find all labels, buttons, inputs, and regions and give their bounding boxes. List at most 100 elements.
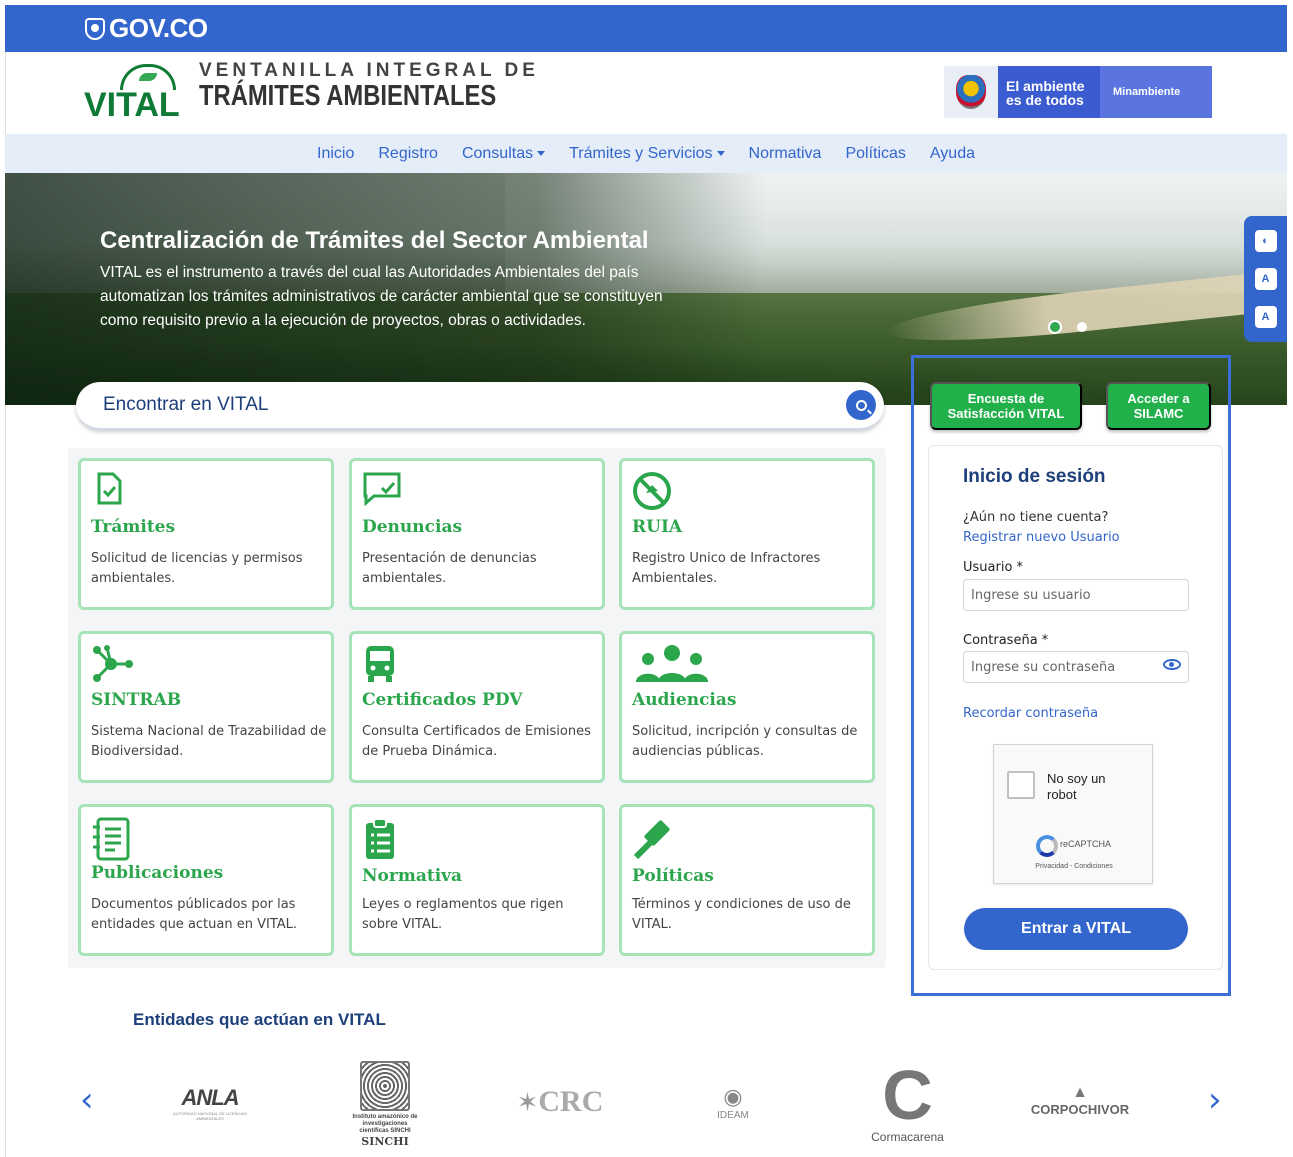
card-denuncias[interactable]: Denuncias Presentación de denuncias ambi… xyxy=(349,458,605,610)
gov-co-text: GOV.CO xyxy=(109,13,208,43)
gov-co-bar: GOV.CO xyxy=(5,5,1287,52)
entity-logo-ideam[interactable]: ◉ IDEAM xyxy=(683,1075,783,1130)
nav-consultas[interactable]: Consultas xyxy=(450,145,557,163)
gov-shield-icon xyxy=(85,17,105,40)
card-title: Certificados PDV xyxy=(362,690,523,710)
register-link[interactable]: Registrar nuevo Usuario xyxy=(963,530,1120,545)
site-search xyxy=(76,382,884,430)
nav-consultas-label: Consultas xyxy=(461,144,534,162)
card-desc: Presentación de denuncias ambientales. xyxy=(362,551,537,586)
entities-title: Entidades que actúan en VITAL xyxy=(133,1010,386,1029)
recaptcha-logo-icon xyxy=(1036,835,1058,857)
ideam-name: IDEAM xyxy=(717,1110,749,1121)
no-account-text: ¿Aún no tiene cuenta? xyxy=(963,510,1109,525)
carousel-dot-1[interactable] xyxy=(1048,320,1062,334)
notebook-icon xyxy=(93,817,130,861)
card-ruia[interactable]: RUIA Registro Unico de Infractores Ambie… xyxy=(619,458,875,610)
site-title-line2: TRÁMITES AMBIENTALES xyxy=(199,80,497,112)
entity-logo-sinchi[interactable]: Instituto amazónico de investigaciones c… xyxy=(345,1055,425,1153)
people-icon xyxy=(636,645,708,682)
caret-down-icon xyxy=(537,151,546,156)
username-input[interactable] xyxy=(963,579,1189,611)
forgot-password-link[interactable]: Recordar contraseña xyxy=(963,706,1098,721)
card-certificados-pdv[interactable]: Certificados PDV Consulta Certificados d… xyxy=(349,631,605,783)
silamc-button[interactable]: Acceder a SILAMC xyxy=(1106,382,1211,430)
bus-icon xyxy=(366,646,394,682)
nav-registro[interactable]: Registro xyxy=(366,145,450,163)
recaptcha-checkbox[interactable] xyxy=(1007,771,1035,799)
password-label: Contraseña * xyxy=(963,633,1049,648)
card-desc: Solicitud, incripción y consultas de aud… xyxy=(632,724,858,759)
anla-sub: AUTORIDAD NACIONAL DE LICENCIAS AMBIENTA… xyxy=(173,1110,247,1121)
card-sintrab[interactable]: SINTRAB Sistema Nacional de Trazabilidad… xyxy=(78,631,334,783)
entity-logo-corpochivor[interactable]: ▲ CORPOCHIVOR xyxy=(1025,1075,1135,1125)
card-desc: Registro Unico de Infractores Ambientale… xyxy=(632,551,821,586)
recaptcha-label: No soy un robot xyxy=(1047,771,1106,802)
vital-logo[interactable]: VITAL xyxy=(84,60,194,124)
site-header: VITAL VENTANILLA INTEGRAL DE TRÁMITES AM… xyxy=(5,52,1287,134)
font-decrease-icon[interactable]: A xyxy=(1254,268,1277,290)
card-title: Denuncias xyxy=(362,517,463,537)
entity-logo-crc[interactable]: ✶ CRC xyxy=(510,1072,610,1132)
contrast-icon[interactable]: ◐ xyxy=(1254,230,1277,252)
nav-normativa[interactable]: Normativa xyxy=(737,145,834,163)
card-publicaciones[interactable]: Publicaciones Documentos públicados por … xyxy=(78,804,334,956)
password-input[interactable] xyxy=(963,651,1189,683)
survey-button[interactable]: Encuesta de Satisfacción VITAL xyxy=(930,382,1082,430)
card-title: RUIA xyxy=(632,517,683,537)
font-increase-icon[interactable]: A xyxy=(1254,306,1277,328)
card-title: Publicaciones xyxy=(91,863,224,883)
card-title: Normativa xyxy=(362,866,463,886)
recaptcha-links[interactable]: Privacidad - Condiciones xyxy=(994,863,1154,870)
hero-text: VITAL es el instrumento a través del cua… xyxy=(100,264,663,329)
c-mark-icon: C xyxy=(882,1056,933,1134)
card-politicas[interactable]: Políticas Términos y condiciones de uso … xyxy=(619,804,875,956)
ministry-tagline: El ambiente es de todos xyxy=(998,66,1100,118)
card-title: Trámites xyxy=(91,517,176,537)
nav-politicas-label: Políticas xyxy=(845,144,906,162)
nav-ayuda-label: Ayuda xyxy=(929,144,975,162)
network-icon xyxy=(93,645,133,682)
card-normativa[interactable]: Normativa Leyes o reglamentos que rigen … xyxy=(349,804,605,956)
nav-ayuda[interactable]: Ayuda xyxy=(918,145,987,163)
search-button[interactable] xyxy=(846,390,876,420)
card-desc: Sistema Nacional de Trazabilidad de Biod… xyxy=(91,724,327,759)
entity-logo-anla[interactable]: ANLA AUTORIDAD NACIONAL DE LICENCIAS AMB… xyxy=(160,1075,260,1130)
recaptcha-brand: reCAPTCHA xyxy=(1060,839,1112,849)
login-panel: Inicio de sesión ¿Aún no tiene cuenta? R… xyxy=(928,445,1223,970)
accessibility-bar: ◐ A A xyxy=(1244,216,1287,342)
login-title: Inicio de sesión xyxy=(963,466,1106,487)
colombia-seal-icon xyxy=(944,66,998,118)
vital-logo-word: VITAL xyxy=(84,86,180,124)
nav-inicio[interactable]: Inicio xyxy=(305,145,366,163)
eye-icon[interactable] xyxy=(1163,659,1181,670)
card-tramites[interactable]: Trámites Solicitud de licencias y permis… xyxy=(78,458,334,610)
carousel-dot-2[interactable] xyxy=(1077,322,1087,332)
search-icon xyxy=(855,399,867,411)
login-submit-button[interactable]: Entrar a VITAL xyxy=(964,908,1188,950)
card-audiencias[interactable]: Audiencias Solicitud, incripción y consu… xyxy=(619,631,875,783)
sinchi-name: Instituto amazónico de investigaciones c… xyxy=(352,1113,418,1134)
crc-name: CRC xyxy=(538,1085,604,1118)
gov-co-logo[interactable]: GOV.CO xyxy=(85,13,208,44)
corpochivor-name: CORPOCHIVOR xyxy=(1030,1101,1130,1117)
cormacarena-name: Cormacarena xyxy=(871,1130,944,1144)
nav-registro-label: Registro xyxy=(378,144,438,162)
nav-tramites-label: Trámites y Servicios xyxy=(569,144,713,162)
sinchi-sub: SINCHI xyxy=(361,1134,409,1148)
card-title: Audiencias xyxy=(632,690,737,710)
search-input[interactable] xyxy=(76,382,836,428)
carousel-next-icon[interactable]: › xyxy=(1208,1083,1228,1117)
recaptcha-widget: No soy un robot reCAPTCHA Privacidad - C… xyxy=(993,744,1153,884)
hero-title: Centralización de Trámites del Sector Am… xyxy=(100,227,649,254)
nav-politicas[interactable]: Políticas xyxy=(833,145,917,163)
ministry-banner[interactable]: El ambiente es de todos Minambiente xyxy=(944,66,1212,118)
entity-logo-cormacarena[interactable]: C Cormacarena xyxy=(855,1052,960,1152)
nav-tramites-servicios[interactable]: Trámites y Servicios xyxy=(557,145,736,163)
prohibited-icon xyxy=(633,472,671,510)
nav-inicio-label: Inicio xyxy=(317,144,355,162)
gavel-icon xyxy=(633,820,670,860)
main-nav: Inicio Registro Consultas Trámites y Ser… xyxy=(5,134,1287,173)
carousel-prev-icon[interactable]: ‹ xyxy=(80,1083,100,1117)
tree-icon xyxy=(360,1060,410,1111)
